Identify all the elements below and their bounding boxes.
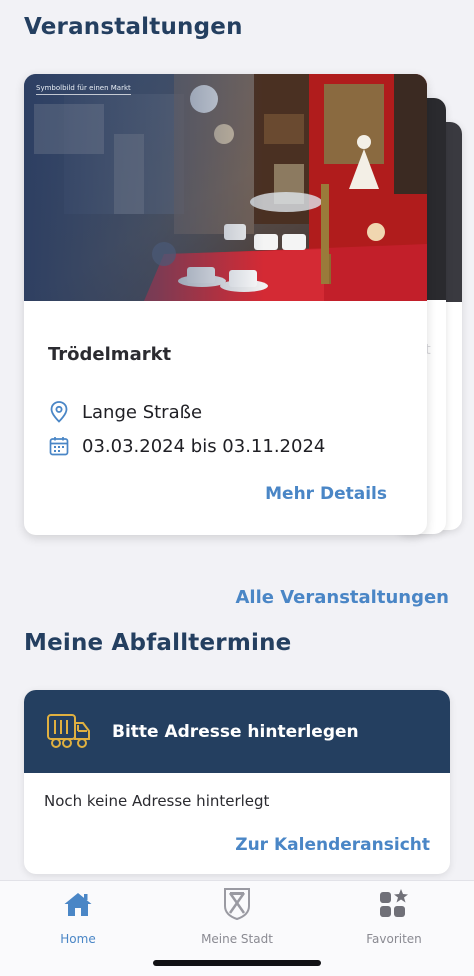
waste-status-text: Noch keine Adresse hinterlegt: [44, 792, 270, 810]
events-section-title: Veranstaltungen: [24, 14, 243, 40]
event-card[interactable]: Symbolbild für einen Markt Trödelmarkt L…: [24, 74, 427, 535]
waste-card[interactable]: Bitte Adresse hinterlegen Noch keine Adr…: [24, 690, 450, 874]
nav-item-home[interactable]: Home: [18, 887, 138, 946]
garbage-truck-icon: [46, 712, 92, 752]
calendar-icon: [48, 435, 70, 457]
calendar-view-link[interactable]: Zur Kalenderansicht: [235, 835, 430, 855]
home-indicator[interactable]: [153, 960, 321, 966]
event-dates-row: 03.03.2024 bis 03.11.2024: [48, 435, 325, 457]
waste-header-text: Bitte Adresse hinterlegen: [112, 721, 359, 742]
event-title: Trödelmarkt: [48, 344, 172, 365]
event-location: Lange Straße: [82, 401, 203, 423]
location-pin-icon: [48, 401, 70, 423]
event-photo: Symbolbild für einen Markt: [24, 74, 427, 301]
event-location-row: Lange Straße: [48, 401, 202, 423]
more-details-link[interactable]: Mehr Details: [265, 484, 387, 504]
favorites-grid-icon: [378, 887, 410, 921]
photo-caption: Symbolbild für einen Markt: [36, 84, 131, 95]
event-dates: 03.03.2024 bis 03.11.2024: [82, 435, 326, 457]
waste-card-header[interactable]: Bitte Adresse hinterlegen: [24, 690, 450, 773]
nav-item-my-city[interactable]: Meine Stadt: [177, 887, 297, 946]
nav-item-favorites[interactable]: Favoriten: [334, 887, 454, 946]
city-crest-icon: [223, 887, 251, 921]
waste-section-title: Meine Abfalltermine: [24, 630, 292, 656]
nav-label-my-city: Meine Stadt: [201, 932, 273, 946]
home-icon: [63, 887, 93, 921]
nav-label-favorites: Favoriten: [366, 932, 422, 946]
nav-label-home: Home: [60, 932, 96, 946]
all-events-link[interactable]: Alle Veranstaltungen: [235, 587, 449, 608]
